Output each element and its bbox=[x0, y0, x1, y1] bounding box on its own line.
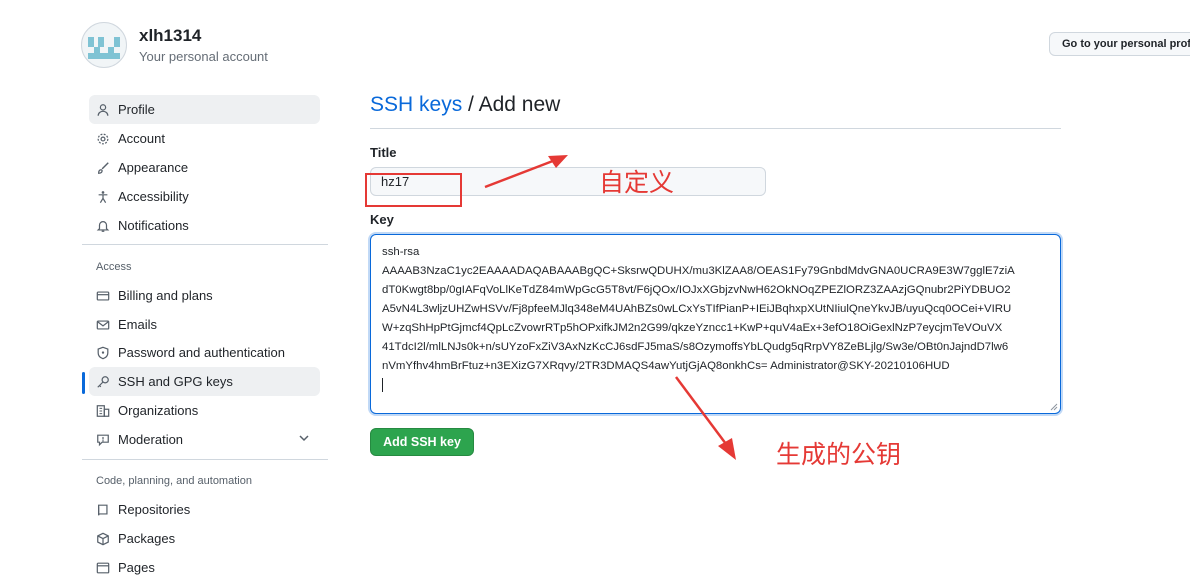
sidebar-item-password[interactable]: Password and authentication bbox=[89, 338, 320, 367]
credit-card-icon bbox=[96, 289, 110, 303]
accessibility-icon bbox=[96, 190, 110, 204]
sidebar-item-profile[interactable]: Profile bbox=[89, 95, 320, 124]
sidebar-item-label: Repositories bbox=[118, 502, 191, 517]
repo-icon bbox=[96, 503, 110, 517]
title-label: Title bbox=[370, 145, 397, 160]
sidebar-section-access: Access bbox=[96, 261, 132, 273]
breadcrumb-separator: / bbox=[468, 93, 474, 116]
person-icon bbox=[96, 103, 110, 117]
key-line: A5vN4L3wljzUHZwHSVv/Fj8pfeeMJlq348eM4UAh… bbox=[382, 303, 1012, 315]
sidebar-selected-indicator bbox=[82, 372, 85, 394]
sidebar-item-notifications[interactable]: Notifications bbox=[89, 211, 320, 240]
key-line: dT0Kwgt8bp/0gIAFqVoLlKeTdZ84mWpGcG5T8vt/… bbox=[382, 284, 1011, 296]
sidebar-item-label: SSH and GPG keys bbox=[118, 374, 233, 389]
sidebar-item-label: Emails bbox=[118, 317, 158, 332]
annotation-arrow-icon bbox=[484, 155, 568, 189]
sidebar-divider bbox=[82, 244, 328, 245]
breadcrumb-ssh-keys-link[interactable]: SSH keys bbox=[370, 93, 462, 116]
chevron-down-icon[interactable] bbox=[298, 432, 310, 444]
text-caret bbox=[382, 377, 383, 392]
key-label: Key bbox=[370, 212, 394, 227]
sidebar-item-moderation[interactable]: Moderation bbox=[89, 425, 320, 454]
sidebar-item-billing[interactable]: Billing and plans bbox=[89, 281, 320, 310]
title-divider bbox=[370, 128, 1061, 129]
sidebar-item-label: Notifications bbox=[118, 218, 189, 233]
avatar[interactable] bbox=[81, 22, 127, 68]
sidebar-item-account[interactable]: Account bbox=[89, 124, 320, 153]
sidebar-section-code: Code, planning, and automation bbox=[96, 475, 252, 487]
sidebar-item-ssh-gpg-keys[interactable]: SSH and GPG keys bbox=[89, 367, 320, 396]
organization-icon bbox=[96, 404, 110, 418]
sidebar-item-label: Moderation bbox=[118, 432, 184, 447]
sidebar-item-label: Password and authentication bbox=[118, 345, 285, 360]
report-icon bbox=[96, 433, 110, 447]
sidebar-item-appearance[interactable]: Appearance bbox=[89, 153, 320, 182]
sidebar-item-label: Account bbox=[118, 131, 165, 146]
annotation-arrow-icon bbox=[674, 376, 736, 460]
package-icon bbox=[96, 532, 110, 546]
shield-lock-icon bbox=[96, 346, 110, 360]
annotation-title-note: 自定义 bbox=[599, 168, 675, 197]
key-line: 41TdcI2l/mlLNJs0k+n/sUYzoFxZiV3AxNzKcCJ6… bbox=[382, 341, 1009, 353]
sidebar-item-organizations[interactable]: Organizations bbox=[89, 396, 320, 425]
sidebar-item-packages[interactable]: Packages bbox=[89, 524, 320, 553]
add-ssh-key-button[interactable]: Add SSH key bbox=[370, 428, 474, 456]
sidebar-item-label: Profile bbox=[118, 102, 155, 117]
annotation-highlight-box bbox=[365, 173, 462, 207]
sidebar-item-label: Organizations bbox=[118, 403, 199, 418]
sidebar-item-repositories[interactable]: Repositories bbox=[89, 495, 320, 524]
breadcrumb: SSH keys / Add new bbox=[370, 93, 560, 117]
sidebar-divider bbox=[82, 459, 328, 460]
account-subtitle: Your personal account bbox=[139, 49, 268, 64]
mail-icon bbox=[96, 318, 110, 332]
key-line: ssh-rsa bbox=[382, 246, 420, 258]
annotation-key-note: 生成的公钥 bbox=[776, 440, 902, 469]
bell-icon bbox=[96, 219, 110, 233]
key-line: AAAAB3NzaC1yc2EAAAADAQABAAABgQC+SksrwQDU… bbox=[382, 265, 1015, 277]
resize-handle-icon[interactable] bbox=[1050, 403, 1058, 411]
go-to-profile-button[interactable]: Go to your personal profile bbox=[1049, 32, 1190, 56]
account-username[interactable]: xlh1314 bbox=[139, 26, 201, 46]
sidebar-item-label: Billing and plans bbox=[118, 288, 213, 303]
sidebar-item-label: Packages bbox=[118, 531, 176, 546]
gear-icon bbox=[96, 132, 110, 146]
paintbrush-icon bbox=[96, 161, 110, 175]
sidebar-item-accessibility[interactable]: Accessibility bbox=[89, 182, 320, 211]
key-line: W+zqShHpPtGjmcf4QpLcZvowrRTp5hOPxifkJM2n… bbox=[382, 322, 1003, 334]
page-title: Add new bbox=[478, 93, 561, 116]
sidebar-item-label: Accessibility bbox=[118, 189, 189, 204]
key-icon bbox=[96, 375, 110, 389]
sidebar-item-label: Appearance bbox=[118, 160, 189, 175]
sidebar-item-emails[interactable]: Emails bbox=[89, 310, 320, 339]
